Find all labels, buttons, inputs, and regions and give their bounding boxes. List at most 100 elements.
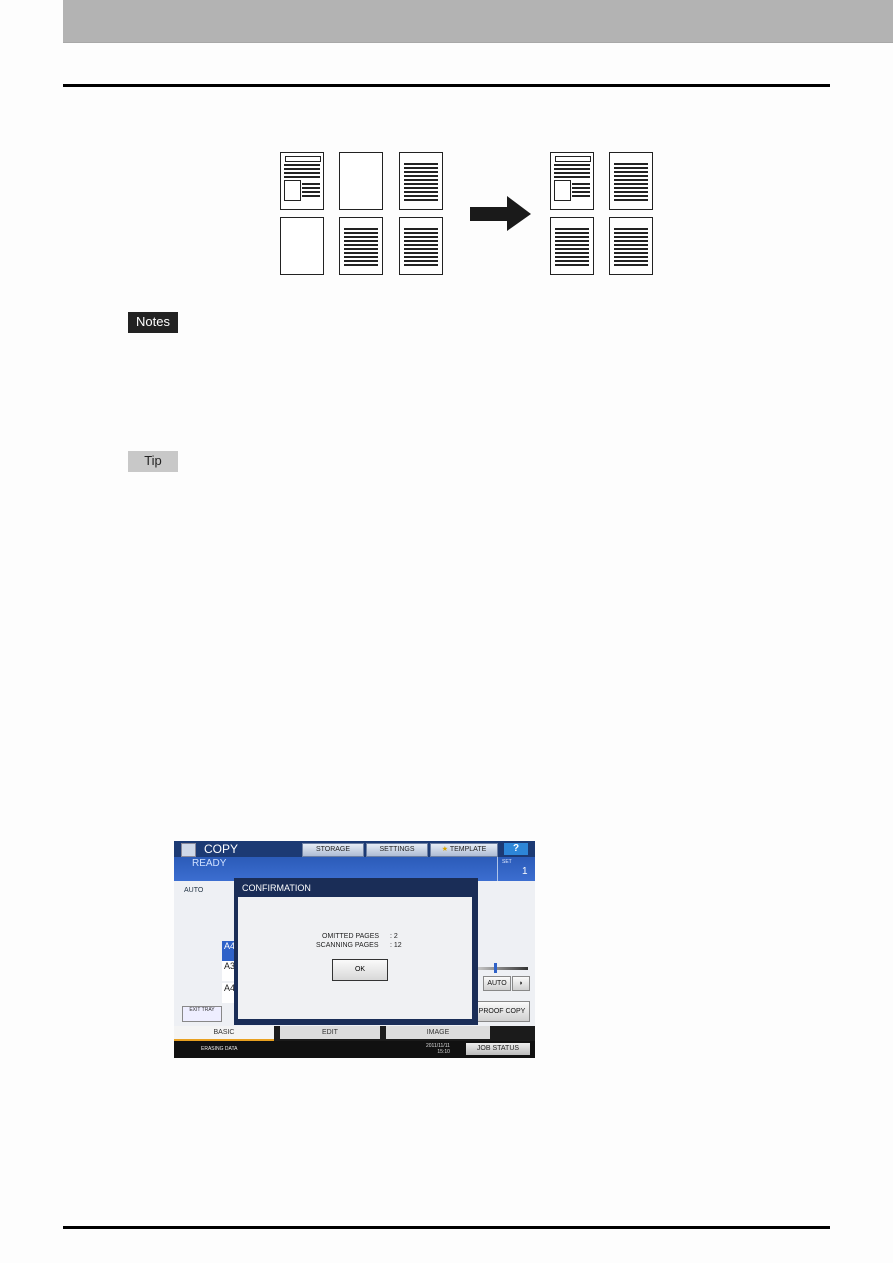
half-circle-icon: ◗ <box>518 980 524 987</box>
original-page-4-blank <box>280 217 324 275</box>
text-line <box>404 187 438 189</box>
result-page-2 <box>609 152 653 210</box>
text-line <box>404 260 438 262</box>
text-line <box>614 199 648 201</box>
storage-button[interactable]: STORAGE <box>302 843 364 857</box>
footer-rule <box>63 1226 830 1229</box>
text-line <box>614 171 648 173</box>
date-time: 2011/11/11 15:10 <box>426 1043 450 1055</box>
text-line <box>614 175 648 177</box>
result-page-1 <box>550 152 594 210</box>
text-line <box>344 248 378 250</box>
scanning-pages-label: SCANNING PAGES <box>316 942 379 949</box>
dialog-title: CONFIRMATION <box>242 883 311 893</box>
time: 15:10 <box>437 1049 450 1055</box>
text-line <box>555 232 589 234</box>
text-line <box>404 199 438 201</box>
text-line <box>404 232 438 234</box>
density-slider[interactable] <box>476 967 528 970</box>
text-line <box>614 256 648 258</box>
density-auto-button[interactable]: AUTO <box>483 976 511 991</box>
panel-title: COPY <box>204 842 239 856</box>
star-icon: ★ <box>441 846 448 853</box>
tab-basic[interactable]: BASIC <box>174 1026 274 1041</box>
text-line <box>344 264 378 266</box>
header-rule <box>63 84 830 87</box>
copy-touch-panel: COPY STORAGE SETTINGS ★ TEMPLATE ? READY… <box>174 841 535 1058</box>
text-line <box>555 236 589 238</box>
set-label: SET <box>502 859 512 865</box>
settings-button[interactable]: SETTINGS <box>366 843 428 857</box>
text-line <box>614 236 648 238</box>
text-line <box>614 187 648 189</box>
text-line <box>614 167 648 169</box>
tab-image[interactable]: IMAGE <box>386 1026 490 1039</box>
text-line <box>404 195 438 197</box>
text-line <box>614 244 648 246</box>
text-line <box>555 256 589 258</box>
text-line <box>344 252 378 254</box>
auto-paper-label: AUTO <box>184 887 204 894</box>
text-line <box>404 183 438 185</box>
tab-edit[interactable]: EDIT <box>280 1026 380 1039</box>
text-line <box>344 260 378 262</box>
ok-button[interactable]: OK <box>332 959 388 981</box>
scanning-pages-value: : 12 <box>390 942 402 949</box>
text-line <box>614 252 648 254</box>
panel-top-bar: COPY STORAGE SETTINGS ★ TEMPLATE ? <box>174 841 535 857</box>
text-line <box>614 260 648 262</box>
text-line <box>404 163 438 165</box>
darker-button[interactable]: ◗ <box>512 976 530 991</box>
text-line <box>404 256 438 258</box>
original-page-6 <box>399 217 443 275</box>
text-line <box>614 264 648 266</box>
text-line <box>404 248 438 250</box>
text-line <box>344 232 378 234</box>
text-line <box>404 240 438 242</box>
machine-status: READY <box>192 858 227 869</box>
text-line <box>404 264 438 266</box>
density-slider-handle[interactable] <box>494 963 497 973</box>
proof-copy-button[interactable]: PROOF COPY <box>474 1001 530 1022</box>
text-line <box>555 228 589 230</box>
header-band <box>63 0 893 43</box>
text-line <box>555 240 589 242</box>
text-line <box>344 228 378 230</box>
text-line <box>614 183 648 185</box>
text-line <box>404 171 438 173</box>
text-line <box>555 248 589 250</box>
help-button[interactable]: ? <box>504 843 528 855</box>
exit-tray-button[interactable]: EXIT TRAY <box>182 1006 222 1022</box>
text-line <box>404 191 438 193</box>
original-page-3 <box>399 152 443 210</box>
text-line <box>555 244 589 246</box>
text-line <box>344 240 378 242</box>
job-status-button[interactable]: JOB STATUS <box>466 1043 530 1055</box>
result-page-4 <box>609 217 653 275</box>
text-line <box>614 240 648 242</box>
arrow-right-icon <box>470 196 531 231</box>
text-line <box>614 228 648 230</box>
template-label: TEMPLATE <box>449 846 487 853</box>
text-line <box>614 191 648 193</box>
omitted-pages-value: : 2 <box>390 933 398 940</box>
copy-icon <box>181 843 196 857</box>
confirmation-dialog: CONFIRMATION OMITTED PAGES : 2 SCANNING … <box>234 878 478 1025</box>
text-line <box>344 256 378 258</box>
text-line <box>404 167 438 169</box>
text-line <box>404 228 438 230</box>
text-line <box>404 179 438 181</box>
tip-label: Tip <box>128 451 178 472</box>
text-line <box>614 232 648 234</box>
omitted-pages-label: OMITTED PAGES <box>322 933 380 940</box>
original-page-2-blank <box>339 152 383 210</box>
text-line <box>404 236 438 238</box>
text-line <box>614 248 648 250</box>
text-line <box>555 252 589 254</box>
text-line <box>344 236 378 238</box>
template-button[interactable]: ★ TEMPLATE <box>430 843 498 857</box>
text-line <box>404 252 438 254</box>
text-line <box>344 244 378 246</box>
text-line <box>404 244 438 246</box>
text-line <box>555 264 589 266</box>
